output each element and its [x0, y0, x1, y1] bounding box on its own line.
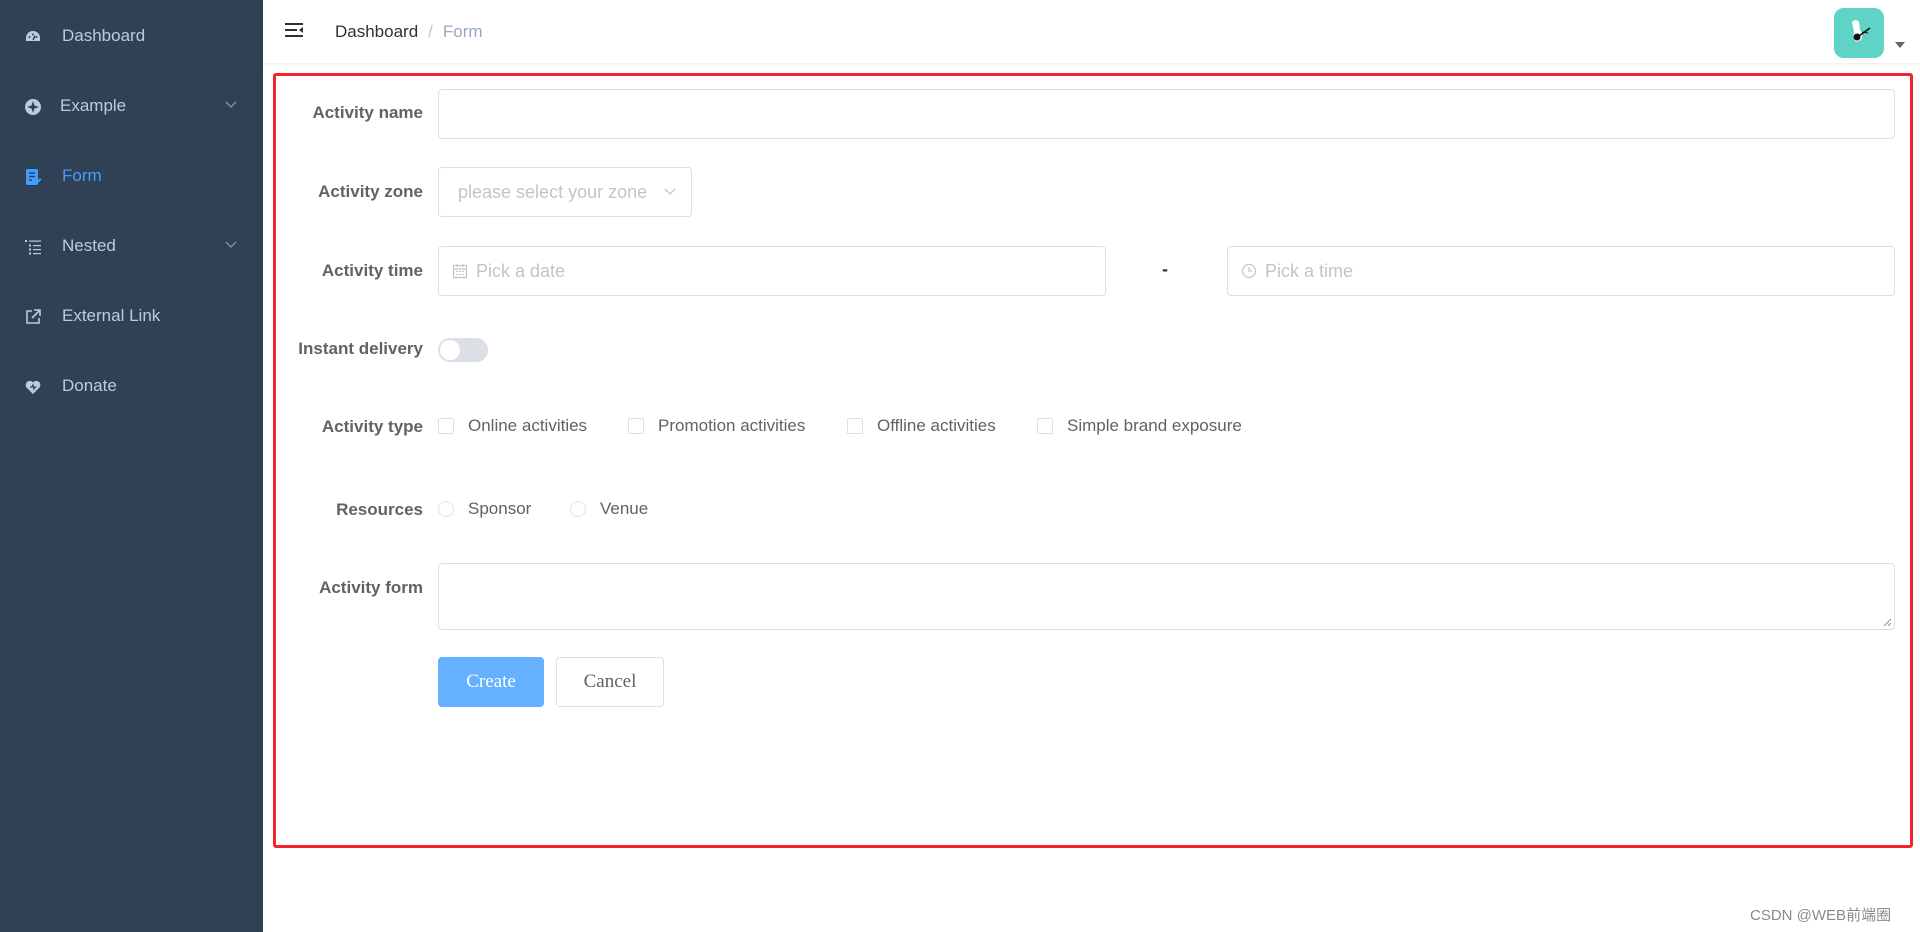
example-icon: [25, 99, 41, 115]
checkbox-box[interactable]: [847, 418, 863, 434]
donate-icon: [25, 380, 41, 394]
activity-zone-label: Activity zone: [318, 182, 423, 201]
radio-sponsor[interactable]: Sponsor: [438, 499, 531, 519]
activity-zone-select[interactable]: please select your zone: [438, 167, 692, 217]
instant-delivery-switch[interactable]: [438, 338, 488, 362]
activity-name-input[interactable]: [438, 89, 1895, 139]
hamburger-icon[interactable]: [283, 20, 305, 42]
radio-circle[interactable]: [570, 501, 586, 517]
sidebar-item-donate[interactable]: Donate: [0, 351, 263, 421]
radio-label: Venue: [600, 499, 649, 518]
breadcrumb-item-form: Form: [442, 22, 483, 41]
clock-icon: [1241, 263, 1257, 279]
instant-delivery-label: Instant delivery: [298, 339, 423, 358]
breadcrumb-item-dashboard[interactable]: Dashboard: [335, 22, 418, 41]
sidebar-item-label: Example: [60, 96, 127, 115]
checkbox-label: Online activities: [468, 416, 588, 435]
cancel-button[interactable]: Cancel: [556, 657, 664, 707]
chevron-down-icon: [225, 241, 237, 248]
chevron-down-icon: [664, 188, 676, 195]
checkbox-label: Offline activities: [877, 416, 996, 435]
sidebar-item-label: Nested: [62, 236, 116, 255]
radio-label: Sponsor: [468, 499, 532, 518]
nested-icon: [25, 240, 41, 255]
radio-venue[interactable]: Venue: [570, 499, 648, 519]
radio-circle[interactable]: [438, 501, 454, 517]
avatar-image-icon: [1834, 8, 1884, 58]
checkbox-label: Promotion activities: [658, 416, 806, 435]
activity-time-label: Activity time: [321, 261, 423, 280]
external-link-icon: [26, 309, 41, 324]
calendar-icon: [452, 264, 468, 279]
date-placeholder: Pick a date: [476, 261, 566, 281]
sidebar-item-label: Dashboard: [62, 26, 146, 45]
checkbox-box[interactable]: [438, 418, 454, 434]
navbar: Dashboard / Form: [263, 0, 1920, 64]
sidebar-item-form[interactable]: Form: [0, 141, 263, 211]
checkbox-offline-activities[interactable]: Offline activities: [847, 416, 996, 436]
sidebar-item-dashboard[interactable]: Dashboard: [0, 1, 263, 71]
checkbox-promotion-activities[interactable]: Promotion activities: [628, 416, 805, 436]
avatar[interactable]: [1834, 8, 1884, 58]
sidebar-item-label: External Link: [62, 306, 161, 325]
activity-name-label: Activity name: [312, 103, 423, 122]
watermark: CSDN @WEB前端圈: [1750, 907, 1892, 924]
activity-form-label: Activity form: [319, 578, 423, 597]
create-button[interactable]: Create: [438, 657, 544, 707]
sidebar-item-nested[interactable]: Nested: [0, 211, 263, 281]
dashboard-icon: [26, 31, 40, 41]
activity-type-label: Activity type: [321, 417, 423, 436]
sidebar: Dashboard Example Form Nested External L…: [0, 0, 263, 932]
sidebar-item-label: Donate: [62, 376, 117, 395]
activity-form-textarea[interactable]: [438, 563, 1895, 630]
activity-zone-placeholder: please select your zone: [458, 182, 648, 202]
date-picker-input[interactable]: Pick a date: [438, 246, 1106, 296]
time-range-separator: -: [1162, 259, 1168, 279]
resize-handle-icon[interactable]: [1882, 617, 1892, 627]
time-placeholder: Pick a time: [1265, 261, 1354, 281]
checkbox-box[interactable]: [628, 418, 644, 434]
checkbox-label: Simple brand exposure: [1067, 416, 1242, 435]
breadcrumb-separator: /: [428, 22, 433, 41]
resources-label: Resources: [336, 500, 423, 519]
checkbox-online-activities[interactable]: Online activities: [438, 416, 587, 436]
form-icon: [26, 169, 42, 185]
chevron-down-icon: [225, 101, 237, 108]
sidebar-item-label: Form: [62, 166, 102, 185]
time-picker-input[interactable]: Pick a time: [1227, 246, 1895, 296]
caret-down-icon[interactable]: [1895, 42, 1905, 48]
sidebar-item-example[interactable]: Example: [0, 71, 263, 141]
checkbox-simple-brand-exposure[interactable]: Simple brand exposure: [1037, 416, 1242, 436]
switch-knob: [440, 340, 460, 360]
checkbox-box[interactable]: [1037, 418, 1053, 434]
sidebar-item-external-link[interactable]: External Link: [0, 281, 263, 351]
breadcrumb: Dashboard / Form: [335, 0, 483, 64]
